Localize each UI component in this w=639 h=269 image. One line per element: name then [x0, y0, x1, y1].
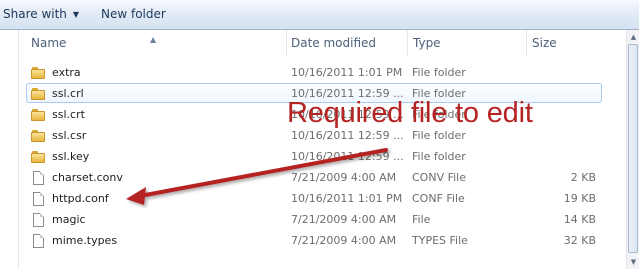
file-name: ssl.crt — [52, 108, 85, 121]
file-date: 7/21/2009 4:00 AM — [291, 213, 397, 226]
dropdown-caret-icon: ▼ — [72, 10, 80, 19]
folder-icon — [31, 108, 47, 122]
file-name: magic — [52, 213, 86, 226]
share-with-button[interactable]: Share with ▼ — [3, 7, 79, 21]
folder-icon — [31, 129, 47, 143]
file-name: charset.conv — [52, 171, 123, 184]
folder-icon — [31, 87, 47, 101]
column-header-date[interactable]: Date modified — [287, 30, 408, 56]
file-type: CONF File — [412, 192, 465, 205]
file-row[interactable]: extra 10/16/2011 1:01 PM File folder — [26, 62, 602, 82]
file-row[interactable]: httpd.conf 10/16/2011 1:01 PM CONF File 19 … — [26, 188, 602, 208]
annotation-label: Required file to edit — [287, 97, 533, 129]
sort-ascending-icon: ▲ — [150, 35, 157, 44]
new-folder-button[interactable]: New folder — [101, 7, 166, 21]
file-icon — [31, 192, 47, 206]
file-name: httpd.conf — [52, 192, 109, 205]
command-toolbar: Share with ▼ New folder — [0, 0, 639, 30]
column-header-size[interactable]: Size — [527, 30, 626, 56]
file-date: 10/16/2011 12:59 ... — [291, 150, 404, 163]
file-size: 19 KB — [563, 192, 596, 205]
file-icon — [31, 171, 47, 185]
file-type: TYPES File — [412, 234, 468, 247]
file-name: ssl.key — [52, 150, 90, 163]
column-header-name[interactable]: Name ▲ — [20, 30, 287, 56]
file-type: CONV File — [412, 171, 466, 184]
file-type: File folder — [412, 66, 466, 79]
file-name: ssl.csr — [52, 129, 87, 142]
column-header-type[interactable]: Type — [408, 30, 527, 56]
column-header: Name ▲ Date modified Type Size — [20, 30, 626, 56]
scroll-down-icon[interactable]: ▼ — [629, 257, 638, 267]
share-with-label: Share with — [3, 7, 67, 21]
file-date: 10/16/2011 1:01 PM — [291, 192, 403, 205]
file-date: 10/16/2011 1:01 PM — [291, 66, 403, 79]
folder-icon — [31, 66, 47, 80]
file-name: ssl.crl — [52, 87, 84, 100]
column-name-label: Name — [31, 36, 67, 50]
file-type: File folder — [412, 150, 466, 163]
vertical-scrollbar[interactable]: ▲ ▼ — [626, 30, 639, 269]
scroll-up-icon[interactable]: ▲ — [629, 32, 638, 42]
file-row[interactable]: mime.types 7/21/2009 4:00 AM TYPES File 32 … — [26, 230, 602, 250]
file-date: 7/21/2009 4:00 AM — [291, 234, 397, 247]
file-type: File — [412, 213, 431, 226]
navigation-pane — [0, 30, 19, 269]
file-name: extra — [52, 66, 81, 79]
file-row[interactable]: ssl.key 10/16/2011 12:59 ... File folder — [26, 146, 602, 166]
file-name: mime.types — [52, 234, 118, 247]
folder-icon — [31, 150, 47, 164]
file-date: 7/21/2009 4:00 AM — [291, 171, 397, 184]
file-icon — [31, 234, 47, 248]
file-row[interactable]: charset.conv 7/21/2009 4:00 AM CONV File 2 … — [26, 167, 602, 187]
file-size: 32 KB — [563, 234, 596, 247]
file-row[interactable]: magic 7/21/2009 4:00 AM File 14 KB — [26, 209, 602, 229]
scrollbar-thumb[interactable] — [628, 44, 638, 253]
file-icon — [31, 213, 47, 227]
file-size: 2 KB — [570, 171, 596, 184]
file-size: 14 KB — [563, 213, 596, 226]
